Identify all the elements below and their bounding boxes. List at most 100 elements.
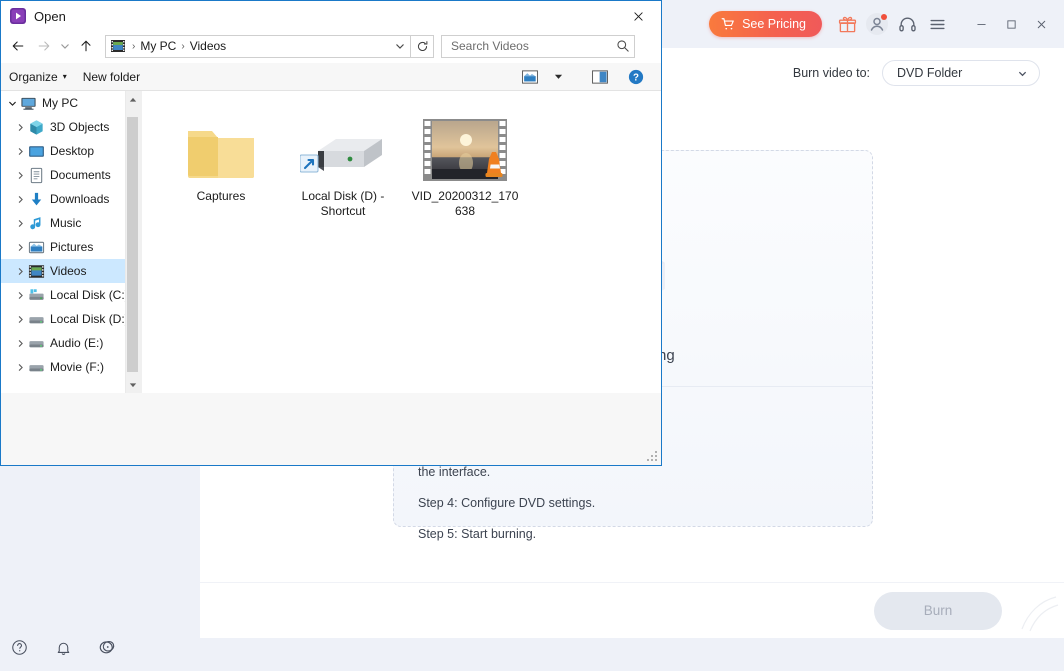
downloads-icon [28,191,45,208]
chevron-right-icon[interactable] [13,307,28,331]
burn-button[interactable]: Burn [874,591,1002,630]
see-pricing-label: See Pricing [742,17,806,31]
chevron-right-icon[interactable] [13,355,28,379]
tree-item-audio-e[interactable]: Audio (E:) [1,331,138,355]
tree-item-label: Audio (E:) [50,336,104,350]
tree-item-label: Pictures [50,240,94,254]
chevron-right-icon[interactable] [13,211,28,235]
dropzone-step: Step 5: Start burning. [418,527,537,541]
chevron-right-icon[interactable] [13,331,28,355]
help-circle-icon[interactable] [8,636,30,658]
toolbar-right-group: ? [517,65,661,89]
hamburger-menu-icon[interactable] [922,9,952,39]
window-minimize-button[interactable] [966,9,996,39]
tree-item-local-disk-c[interactable]: Local Disk (C:) [1,283,138,307]
arrow-right-icon [38,41,50,51]
3d-objects-icon [28,119,45,136]
dialog-toolbar: Organize ▾ New folder ? [1,63,661,91]
file-label: VID_20200312_170638 [411,189,519,218]
tree-item-movie-f[interactable]: Movie (F:) [1,355,138,379]
gift-icon[interactable] [832,9,862,39]
dialog-navbar: › My PC › Videos [1,31,661,61]
navigation-tree: My PC 3D Objects Desktop Documents Downloads… [1,91,138,379]
tree-item-documents[interactable]: Documents [1,163,138,187]
file-label: Captures [196,189,246,203]
chevron-right-icon[interactable] [13,259,28,283]
dialog-body: My PC 3D Objects Desktop Documents Downloads… [1,91,661,393]
tree-item-label: Local Disk (C:) [50,288,129,302]
search-input[interactable] [449,38,616,54]
chevron-down-icon[interactable] [5,91,20,115]
tree-item-local-disk-d[interactable]: Local Disk (D:) [1,307,138,331]
chevron-right-icon[interactable] [13,163,28,187]
app-footer: Burn [200,582,1064,638]
decorative-swirl-icon [1016,593,1060,636]
documents-icon [28,167,45,184]
tree-item-videos[interactable]: Videos [1,259,138,283]
refresh-button[interactable] [411,34,434,58]
new-folder-button[interactable]: New folder [75,64,148,90]
file-item-captures[interactable]: Captures [160,105,282,227]
tree-item-label: My PC [42,96,78,110]
chevron-right-icon[interactable] [13,187,28,211]
view-layout-icon[interactable] [517,65,543,89]
nav-recent-locations-button[interactable] [57,32,73,60]
preview-pane-icon[interactable] [587,65,613,89]
system-disk-icon [28,287,45,304]
chevron-right-icon[interactable] [13,283,28,307]
window-close-button[interactable] [1026,9,1056,39]
tree-item-downloads[interactable]: Downloads [1,187,138,211]
tree-scrollbar[interactable] [125,91,138,393]
tree-item-desktop[interactable]: Desktop [1,139,138,163]
account-icon[interactable] [862,9,892,39]
cart-icon [721,18,734,30]
chevron-down-icon [554,74,562,79]
bell-icon[interactable] [52,636,74,658]
see-pricing-button[interactable]: See Pricing [709,11,822,37]
dialog-titlebar: Open [1,1,661,31]
address-dropdown-button[interactable] [391,36,408,57]
file-item-video[interactable]: VID_20200312_170638 [404,105,526,227]
disk-icon [28,335,45,352]
resize-grip[interactable] [647,451,658,462]
feedback-icon[interactable] [96,636,118,658]
help-icon[interactable]: ? [623,65,649,89]
burn-video-to-select[interactable]: DVD Folder [882,60,1040,86]
tree-item-3d-objects[interactable]: 3D Objects [1,115,138,139]
chevron-right-icon[interactable] [13,235,28,259]
tree-item-music[interactable]: Music [1,211,138,235]
organize-button[interactable]: Organize ▾ [1,64,75,90]
search-icon [617,40,629,52]
chevron-down-icon [1018,71,1027,76]
chevron-down-icon: ▾ [62,72,67,81]
view-dropdown-button[interactable] [545,65,571,89]
nav-back-button[interactable] [5,32,31,60]
breadcrumb-videos[interactable]: Videos [188,39,228,53]
scroll-up-button[interactable] [126,91,138,108]
videos-folder-icon [110,38,126,54]
navigation-tree-pane[interactable]: My PC 3D Objects Desktop Documents Downloads… [1,91,138,393]
chevron-right-icon[interactable] [13,115,28,139]
refresh-icon [417,40,427,51]
notification-dot [881,14,887,20]
dialog-close-button[interactable] [616,1,661,31]
nav-forward-button[interactable] [31,32,57,60]
breadcrumb-my-pc[interactable]: My PC [138,39,178,53]
chevron-down-icon [61,44,69,49]
nav-up-button[interactable] [73,32,99,60]
burn-video-to-value: DVD Folder [897,66,963,80]
chevron-right-icon[interactable] [13,139,28,163]
address-bar[interactable]: › My PC › Videos [105,34,411,58]
breadcrumb-separator: › [132,40,136,52]
window-maximize-button[interactable] [996,9,1026,39]
disk-icon [28,359,45,376]
search-box[interactable] [441,34,635,58]
headset-support-icon[interactable] [892,9,922,39]
scroll-down-button[interactable] [126,376,138,393]
arrow-up-icon [81,40,91,52]
scrollbar-thumb[interactable] [127,117,138,372]
file-item-local-disk-d-shortcut[interactable]: Local Disk (D) - Shortcut [282,105,404,227]
file-list-pane[interactable]: Captures Local Disk (D) - Shortcut VID_2… [142,91,661,393]
tree-item-pictures[interactable]: Pictures [1,235,138,259]
tree-item-my-pc[interactable]: My PC [1,91,138,115]
